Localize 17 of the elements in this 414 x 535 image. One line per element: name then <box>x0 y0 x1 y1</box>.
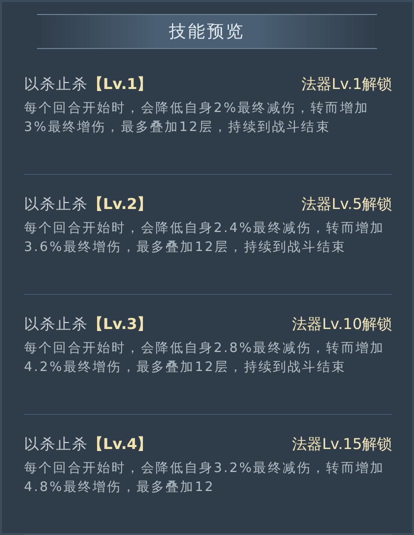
unlock-requirement: 法器Lv.10解锁 <box>292 314 392 334</box>
skill-level: 【Lv.4】 <box>88 434 152 454</box>
skill-level: 【Lv.3】 <box>88 314 152 334</box>
skill-description: 每个回合开始时，会降低自身2%最终减伤，转而增加3%最终增伤，最多叠加12层，持续到战斗结束 <box>24 100 370 137</box>
unlock-requirement: 法器Lv.5解锁 <box>302 194 392 214</box>
skill-level: 【Lv.2】 <box>88 194 152 214</box>
skill-name: 以杀止杀 <box>24 314 88 334</box>
skill-name: 以杀止杀 <box>24 194 88 214</box>
skill-description: 每个回合开始时，会降低自身3.2%最终减伤，转而增加4.8%最终增伤，最多叠加12 <box>24 460 386 497</box>
panel-title: 技能预览 <box>37 14 377 49</box>
skill-name: 以杀止杀 <box>24 74 88 94</box>
skill-description: 每个回合开始时，会降低自身2.8%最终减伤，转而增加4.2%最终增伤，最多叠加12层，持续到战斗结束 <box>24 340 386 377</box>
skill-name: 以杀止杀 <box>24 434 88 454</box>
unlock-requirement: 法器Lv.1解锁 <box>302 74 392 94</box>
unlock-requirement: 法器Lv.15解锁 <box>292 434 392 454</box>
skill-description: 每个回合开始时，会降低自身2.4%最终减伤，转而增加3.6%最终增伤，最多叠加12层，持续到战斗结束 <box>24 220 386 257</box>
skill-level: 【Lv.1】 <box>88 74 152 94</box>
